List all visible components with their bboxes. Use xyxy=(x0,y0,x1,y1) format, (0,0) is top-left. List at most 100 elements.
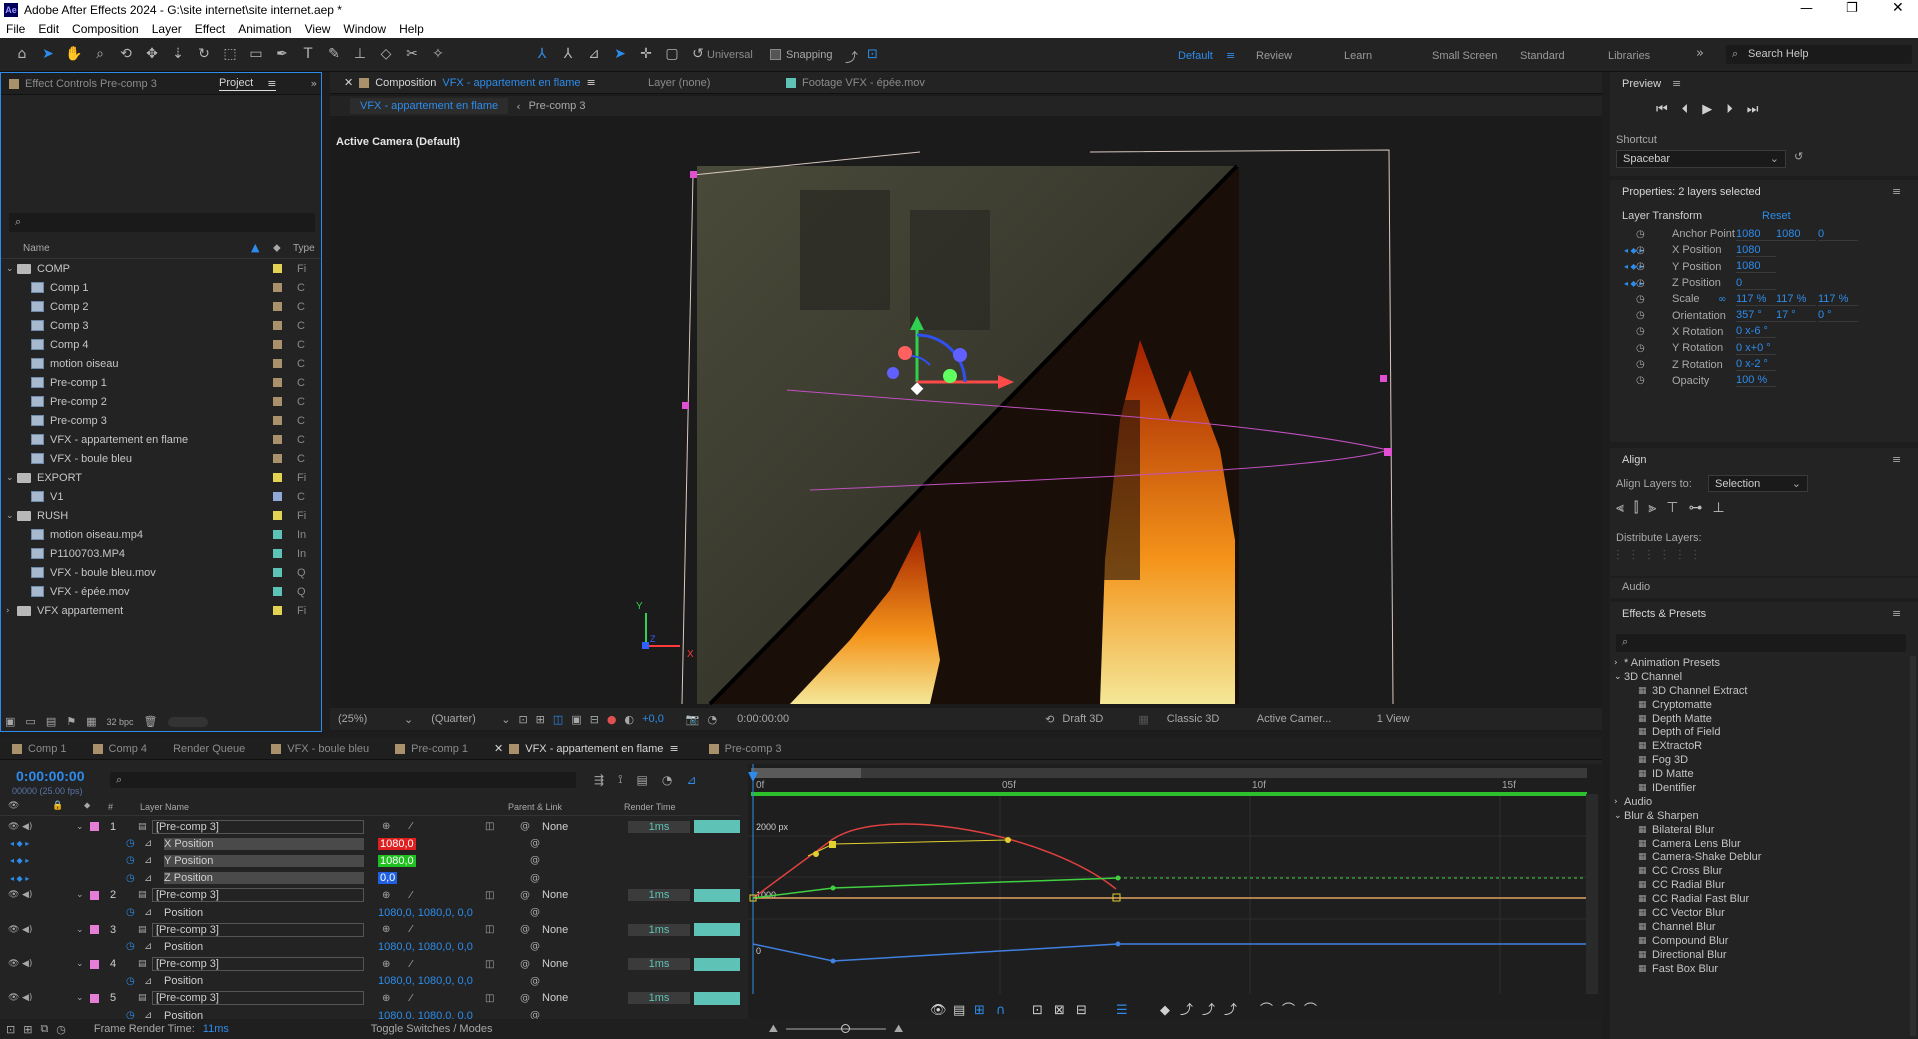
parent-dropdown[interactable]: None xyxy=(542,821,626,833)
label-swatch[interactable] xyxy=(273,473,282,482)
snap-grid-icon[interactable]: ⊡ xyxy=(867,47,878,62)
collapse-icon[interactable]: ⌄ xyxy=(76,993,84,1003)
property-value[interactable]: 1080,0, 1080,0, 0,0 xyxy=(378,907,473,919)
frame-blend-icon[interactable]: ▤ xyxy=(637,773,648,787)
project-item[interactable]: Pre-comp 3 C xyxy=(1,411,321,430)
position-gizmo-icon[interactable]: ✛ xyxy=(634,46,658,62)
label-swatch[interactable] xyxy=(273,416,282,425)
stopwatch-icon[interactable]: ◷ xyxy=(1636,375,1645,386)
label-swatch[interactable] xyxy=(273,530,282,539)
pan-tool-icon[interactable]: ✥ xyxy=(140,46,164,62)
pickwhip-icon[interactable]: @ xyxy=(520,821,530,832)
chevron-right-icon[interactable]: › xyxy=(1614,658,1624,668)
chevron-down-icon[interactable]: ⌄ xyxy=(6,473,14,483)
stopwatch-icon[interactable]: ◷ xyxy=(1636,359,1645,370)
new-folder-icon[interactable]: ▭ xyxy=(25,715,35,728)
expression-pickwhip-icon[interactable]: @ xyxy=(530,838,540,849)
property-value[interactable]: 117 % xyxy=(1818,293,1858,306)
timeline-tab[interactable]: Comp 1 xyxy=(12,743,67,755)
property-value[interactable]: 0 ° xyxy=(1818,309,1858,323)
chevron-right-icon[interactable]: › xyxy=(1614,797,1624,807)
visibility-icon[interactable]: 👁 xyxy=(8,925,19,935)
expression-pickwhip-icon[interactable]: @ xyxy=(530,976,540,987)
label-swatch[interactable] xyxy=(273,302,282,311)
col-type[interactable]: Type xyxy=(293,243,315,254)
timeline-tab[interactable]: VFX - boule bleu xyxy=(271,743,369,755)
exposure-icon[interactable]: ◐ xyxy=(625,713,635,726)
stopwatch-icon[interactable]: ◷ xyxy=(1636,343,1645,354)
link-icon[interactable]: ∞ xyxy=(1718,294,1726,305)
property-value[interactable]: 1080 xyxy=(1736,260,1776,274)
project-item[interactable]: Comp 2 C xyxy=(1,297,321,316)
property-value[interactable]: 1080 xyxy=(1736,244,1776,257)
effects-scrollbar[interactable] xyxy=(1910,656,1916,1036)
property-value[interactable]: 0 x-6 ° xyxy=(1736,325,1776,339)
chevron-down-icon[interactable]: ⌄ xyxy=(1614,672,1624,682)
panel-menu-icon[interactable]: ≡ xyxy=(1892,185,1901,198)
breadcrumb-comp[interactable]: VFX - appartement en flame xyxy=(350,98,509,114)
workspace-small-screen[interactable]: Small Screen xyxy=(1432,50,1520,62)
align-top-icon[interactable]: ⊤ xyxy=(1666,500,1678,516)
workspace-menu-icon[interactable]: ≡ xyxy=(1226,49,1256,62)
tab-footage[interactable]: Footage VFX - épée.mov xyxy=(786,77,925,89)
audio-icon[interactable]: ◀) xyxy=(22,993,32,1003)
tab-composition[interactable]: ✕ Composition VFX - appartement en flame … xyxy=(338,76,648,89)
render-time-icon[interactable]: ◷ xyxy=(56,1023,66,1036)
label-swatch[interactable] xyxy=(273,397,282,406)
effect-item[interactable]: ▦ Compound Blur xyxy=(1610,934,1918,948)
effect-item[interactable]: ▦ Camera-Shake Deblur xyxy=(1610,850,1918,864)
last-frame-icon[interactable]: ⏭ xyxy=(1747,102,1759,117)
stopwatch-icon[interactable]: ◷ xyxy=(1636,278,1645,289)
orbit-tool-icon[interactable]: ⟲ xyxy=(114,46,138,62)
dolly-tool-icon[interactable]: ⇣ xyxy=(166,46,190,62)
zoom-slider[interactable] xyxy=(786,1024,887,1033)
project-item[interactable]: V1 C xyxy=(1,487,321,506)
align-to-dropdown[interactable]: Selection ⌄ xyxy=(1708,475,1808,492)
workspace-learn[interactable]: Learn xyxy=(1344,50,1432,62)
quality-switch-icon[interactable]: ⁄ xyxy=(410,993,412,1004)
3d-switch-icon[interactable]: ◫ xyxy=(485,890,494,901)
project-item[interactable]: ⌄ RUSH Fi xyxy=(1,506,321,525)
layer-label-color[interactable] xyxy=(90,822,99,831)
breadcrumb-precomp[interactable]: Pre-comp 3 xyxy=(529,100,586,112)
audio-icon[interactable]: ◀) xyxy=(22,822,32,832)
effect-item[interactable]: ⌄ 3D Channel xyxy=(1610,670,1918,684)
layer-name[interactable]: [Pre-comp 3] xyxy=(152,957,364,972)
chevron-down-icon[interactable]: ⌄ xyxy=(1614,811,1624,821)
property-value[interactable]: 117 % xyxy=(1736,293,1776,306)
panel-menu-icon[interactable]: ≡ xyxy=(669,742,678,755)
property-value[interactable]: 357 ° xyxy=(1736,309,1776,323)
effect-item[interactable]: ▦ CC Radial Blur xyxy=(1610,878,1918,892)
project-item[interactable]: Comp 1 C xyxy=(1,278,321,297)
audio-icon[interactable]: ◀) xyxy=(22,959,32,969)
align-hcenter-icon[interactable]: ⫿ xyxy=(1634,500,1638,516)
expression-pickwhip-icon[interactable]: @ xyxy=(530,855,540,866)
expression-pickwhip-icon[interactable]: @ xyxy=(530,873,540,884)
timeline-layer-row[interactable]: 👁 ◀) ⌄ 3 ▤ [Pre-comp 3] ⊕ ⁄ ◫ @ None 1ms xyxy=(0,921,740,938)
menu-file[interactable]: File xyxy=(6,22,25,36)
effect-item[interactable]: ▦ Bilateral Blur xyxy=(1610,823,1918,837)
collapse-icon[interactable]: ⌄ xyxy=(76,925,84,935)
first-frame-icon[interactable]: ⏮ xyxy=(1656,102,1668,117)
visibility-icon[interactable]: 👁 xyxy=(8,959,19,969)
workspace-review[interactable]: Review xyxy=(1256,50,1344,62)
reset-shortcut-icon[interactable]: ↺ xyxy=(1794,150,1803,163)
menu-composition[interactable]: Composition xyxy=(72,22,139,36)
transfer-controls-icon[interactable]: ⧉ xyxy=(40,1022,48,1036)
align-vcenter-icon[interactable]: ⊶ xyxy=(1689,500,1703,516)
comp-mini-icon[interactable]: ⊡ xyxy=(6,1023,15,1036)
stopwatch-icon[interactable]: ◷ xyxy=(126,941,135,952)
pickwhip-icon[interactable]: @ xyxy=(520,890,530,901)
color-settings-icon[interactable]: ▦ xyxy=(86,715,96,728)
viewport[interactable]: Y X Z xyxy=(330,120,1602,712)
safe-zone-icon[interactable]: ▣ xyxy=(571,713,581,726)
property-value[interactable]: 1080 xyxy=(1736,228,1776,241)
draft-3d-label[interactable]: Draft 3D xyxy=(1062,713,1130,725)
audio-icon[interactable]: ◀) xyxy=(22,890,32,900)
menu-animation[interactable]: Animation xyxy=(238,22,291,36)
eraser-tool-icon[interactable]: ◇ xyxy=(374,46,398,62)
pen-tool-icon[interactable]: ✒ xyxy=(270,46,294,62)
property-value[interactable]: 1080,0, 1080,0, 0,0 xyxy=(378,941,473,953)
collapse-icon[interactable]: ⌄ xyxy=(76,822,84,832)
show-snapshot-icon[interactable]: ◔ xyxy=(708,713,718,726)
